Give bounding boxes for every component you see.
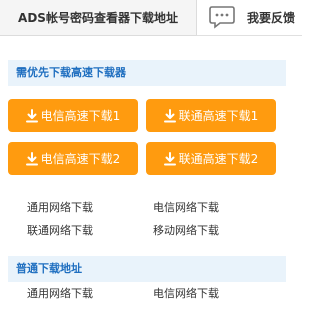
download-icon <box>163 151 176 165</box>
download-icon <box>25 151 38 165</box>
button-label: 联通高速下载1 <box>178 109 259 123</box>
telecom-network-download-link[interactable]: 电信网络下载 <box>153 287 219 301</box>
telecom-fast-download-1-button[interactable]: 电信高速下载1 <box>8 99 138 132</box>
download-icon <box>25 108 38 122</box>
feedback-label: 我要反馈 <box>247 11 296 25</box>
mobile-network-download-link[interactable]: 移动网络下载 <box>153 224 219 238</box>
general-network-download-link[interactable]: 通用网络下载 <box>27 201 93 215</box>
tab-bar: ADS帐号密码查看器下载地址 我要反馈 <box>0 0 302 36</box>
feedback-tab[interactable]: 我要反馈 <box>196 0 302 36</box>
button-label: 联通高速下载2 <box>178 152 259 166</box>
download-icon <box>163 108 176 122</box>
button-label: 电信高速下载1 <box>40 109 121 123</box>
button-label: 电信高速下载2 <box>40 152 121 166</box>
telecom-fast-download-2-button[interactable]: 电信高速下载2 <box>8 142 138 175</box>
general-network-download-link[interactable]: 通用网络下载 <box>27 287 93 301</box>
normal-section-title: 普通下载地址 <box>8 256 286 282</box>
unicom-network-download-link[interactable]: 联通网络下载 <box>27 224 93 238</box>
chat-bubble-icon <box>209 6 235 29</box>
unicom-fast-download-1-button[interactable]: 联通高速下载1 <box>146 99 276 132</box>
unicom-fast-download-2-button[interactable]: 联通高速下载2 <box>146 142 276 175</box>
tab-download-address[interactable]: ADS帐号密码查看器下载地址 <box>0 0 196 36</box>
telecom-network-download-link[interactable]: 电信网络下载 <box>153 201 219 215</box>
priority-section-title: 需优先下载高速下载器 <box>8 60 286 86</box>
